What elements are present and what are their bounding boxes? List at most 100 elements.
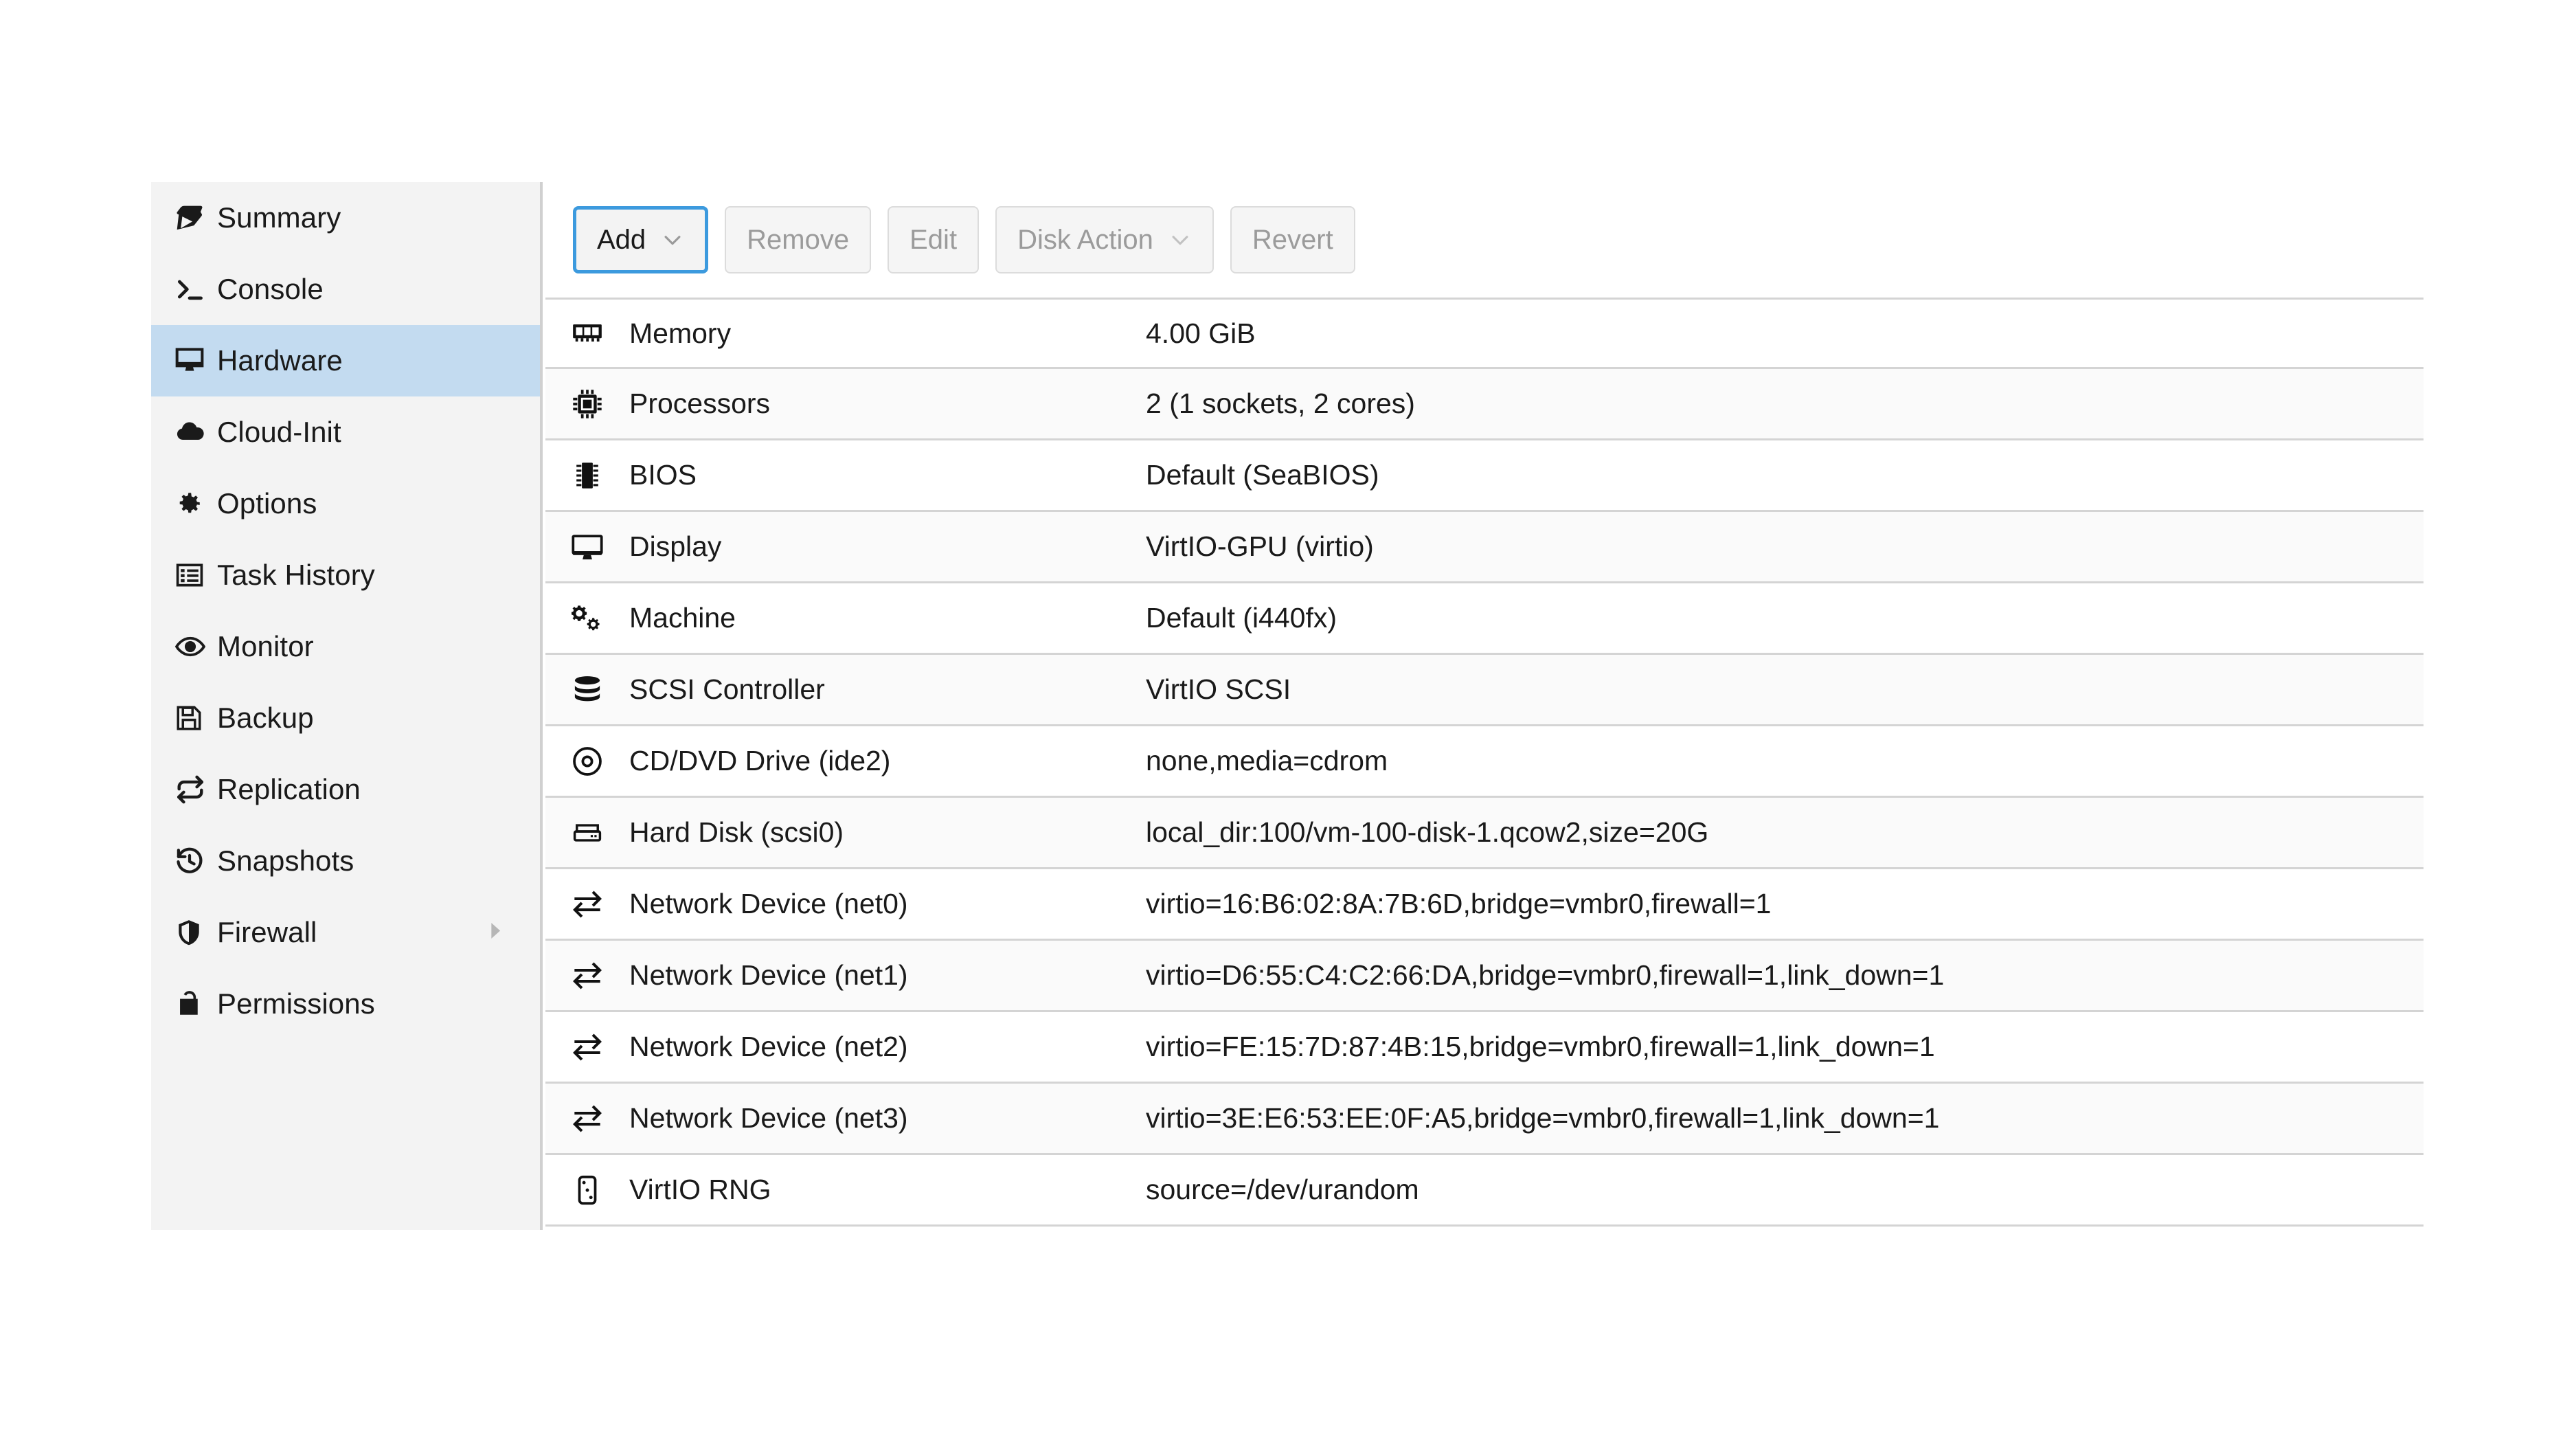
button-label: Edit bbox=[909, 224, 958, 255]
device-name: Machine bbox=[629, 602, 736, 634]
sidebar-item-monitor[interactable]: Monitor bbox=[151, 611, 540, 682]
device-name: Memory bbox=[629, 317, 732, 349]
sidebar-item-label: Backup bbox=[217, 702, 314, 734]
hardware-table-row[interactable]: SCSI Controller VirtIO SCSI bbox=[545, 655, 2424, 726]
exchange-icon bbox=[545, 1103, 629, 1134]
memory-module-icon bbox=[545, 317, 629, 349]
hardware-content-panel: Add Remove Edit Disk Action Revert Memory 4.0… bbox=[545, 182, 2424, 1230]
sidebar-item-task-history[interactable]: Task History bbox=[151, 539, 540, 611]
add-button[interactable]: Add bbox=[573, 206, 709, 273]
hardware-table-row[interactable]: Memory 4.00 GiB bbox=[545, 298, 2424, 369]
terminal-icon bbox=[174, 274, 217, 304]
device-name: Network Device (net3) bbox=[629, 1102, 908, 1134]
repeat-icon bbox=[174, 774, 217, 805]
sidebar-item-label: Options bbox=[217, 487, 317, 519]
hardware-table-row[interactable]: Network Device (net0) virtio=16:B6:02:8A:… bbox=[545, 869, 2424, 941]
device-name: VirtIO RNG bbox=[629, 1174, 771, 1205]
hardware-table-row[interactable]: Network Device (net1) virtio=D6:55:C4:C2:… bbox=[545, 941, 2424, 1012]
device-value: virtio=3E:E6:53:EE:0F:A5,bridge=vmbr0,fi… bbox=[1146, 1102, 1940, 1134]
device-value: Default (i440fx) bbox=[1146, 602, 1337, 634]
eye-icon bbox=[174, 631, 217, 662]
device-name: Hard Disk (scsi0) bbox=[629, 816, 844, 848]
sidebar-item-replication[interactable]: Replication bbox=[151, 754, 540, 825]
hardware-table-row[interactable]: CD/DVD Drive (ide2) none,media=cdrom bbox=[545, 726, 2424, 798]
device-value: VirtIO-GPU (virtio) bbox=[1146, 530, 1374, 562]
vm-navigation-sidebar: Summary Console Hardware Cloud-Init Options T… bbox=[151, 182, 543, 1230]
device-value: Default (SeaBIOS) bbox=[1146, 459, 1379, 491]
device-name: SCSI Controller bbox=[629, 673, 825, 705]
sidebar-item-firewall[interactable]: Firewall bbox=[151, 897, 540, 968]
exchange-icon bbox=[545, 960, 629, 992]
exchange-icon bbox=[545, 1031, 629, 1063]
device-value: virtio=16:B6:02:8A:7B:6D,bridge=vmbr0,fi… bbox=[1146, 888, 1772, 919]
sidebar-item-label: Task History bbox=[217, 559, 375, 591]
revert-button: Revert bbox=[1230, 206, 1355, 273]
device-value: virtio=FE:15:7D:87:4B:15,bridge=vmbr0,fi… bbox=[1146, 1031, 1935, 1062]
bios-chip-icon bbox=[545, 460, 629, 491]
hardware-table-row[interactable]: VirtIO RNG source=/dev/urandom bbox=[545, 1155, 2424, 1227]
device-value: virtio=D6:55:C4:C2:66:DA,bridge=vmbr0,fi… bbox=[1146, 959, 1945, 991]
hardware-device-table: Memory 4.00 GiB Processors 2 (1 sockets, 2 … bbox=[545, 298, 2424, 1227]
device-name: CD/DVD Drive (ide2) bbox=[629, 745, 891, 776]
sidebar-item-backup[interactable]: Backup bbox=[151, 682, 540, 754]
rng-dice-icon bbox=[545, 1174, 629, 1206]
device-name: BIOS bbox=[629, 459, 697, 491]
chevron-down-icon bbox=[661, 228, 684, 251]
hardware-table-row[interactable]: Display VirtIO-GPU (virtio) bbox=[545, 512, 2424, 583]
chevron-down-icon bbox=[1168, 228, 1192, 251]
hardware-toolbar: Add Remove Edit Disk Action Revert bbox=[545, 182, 2424, 298]
chevron-right-icon[interactable] bbox=[484, 919, 507, 946]
device-name: Processors bbox=[629, 388, 771, 419]
exchange-icon bbox=[545, 888, 629, 920]
list-icon bbox=[174, 560, 217, 590]
device-value: local_dir:100/vm-100-disk-1.qcow2,size=2… bbox=[1146, 816, 1709, 848]
device-name: Network Device (net1) bbox=[629, 959, 908, 991]
book-icon bbox=[174, 203, 217, 233]
sidebar-item-label: Snapshots bbox=[217, 844, 354, 877]
sidebar-item-label: Permissions bbox=[217, 987, 375, 1020]
monitor-icon bbox=[545, 531, 629, 563]
device-name: Network Device (net0) bbox=[629, 888, 908, 919]
gears-icon bbox=[545, 603, 629, 634]
device-name: Network Device (net2) bbox=[629, 1031, 908, 1062]
sidebar-item-hardware[interactable]: Hardware bbox=[151, 325, 540, 396]
cpu-chip-icon bbox=[545, 388, 629, 420]
gear-icon bbox=[174, 489, 217, 518]
button-label: Revert bbox=[1252, 224, 1333, 255]
proxmox-vm-hardware-page: Summary Console Hardware Cloud-Init Options T… bbox=[0, 0, 2576, 1432]
hardware-table-row[interactable]: Processors 2 (1 sockets, 2 cores) bbox=[545, 369, 2424, 440]
device-value: none,media=cdrom bbox=[1146, 745, 1388, 776]
hardware-table-row[interactable]: BIOS Default (SeaBIOS) bbox=[545, 440, 2424, 512]
sidebar-item-snapshots[interactable]: Snapshots bbox=[151, 825, 540, 897]
sidebar-item-label: Hardware bbox=[217, 344, 343, 377]
button-label: Remove bbox=[747, 224, 850, 255]
sidebar-item-label: Console bbox=[217, 273, 324, 305]
sidebar-item-console[interactable]: Console bbox=[151, 254, 540, 325]
sidebar-item-label: Firewall bbox=[217, 916, 317, 948]
sidebar-item-label: Monitor bbox=[217, 630, 314, 662]
hardware-table-row[interactable]: Network Device (net2) virtio=FE:15:7D:87:… bbox=[545, 1012, 2424, 1084]
hardware-table-row[interactable]: Network Device (net3) virtio=3E:E6:53:EE:… bbox=[545, 1084, 2424, 1155]
sidebar-item-options[interactable]: Options bbox=[151, 468, 540, 539]
floppy-disk-icon bbox=[174, 704, 217, 732]
device-value: VirtIO SCSI bbox=[1146, 673, 1291, 705]
unlock-icon bbox=[174, 989, 217, 1019]
sidebar-item-summary[interactable]: Summary bbox=[151, 182, 540, 254]
shield-icon bbox=[174, 918, 217, 947]
device-value: 2 (1 sockets, 2 cores) bbox=[1146, 388, 1415, 419]
sidebar-item-label: Replication bbox=[217, 773, 361, 805]
cloud-icon bbox=[174, 417, 217, 447]
device-value: source=/dev/urandom bbox=[1146, 1174, 1419, 1205]
hardware-table-row[interactable]: Hard Disk (scsi0) local_dir:100/vm-100-di… bbox=[545, 798, 2424, 869]
optical-disc-icon bbox=[545, 746, 629, 777]
hardware-table-row[interactable]: Machine Default (i440fx) bbox=[545, 583, 2424, 655]
sidebar-item-cloud-init[interactable]: Cloud-Init bbox=[151, 396, 540, 468]
history-icon bbox=[174, 846, 217, 876]
sidebar-item-label: Summary bbox=[217, 201, 341, 234]
database-icon bbox=[545, 674, 629, 706]
monitor-icon bbox=[174, 346, 217, 376]
sidebar-item-permissions[interactable]: Permissions bbox=[151, 968, 540, 1040]
button-label: Disk Action bbox=[1017, 224, 1153, 255]
edit-button: Edit bbox=[888, 206, 980, 273]
remove-button: Remove bbox=[725, 206, 872, 273]
